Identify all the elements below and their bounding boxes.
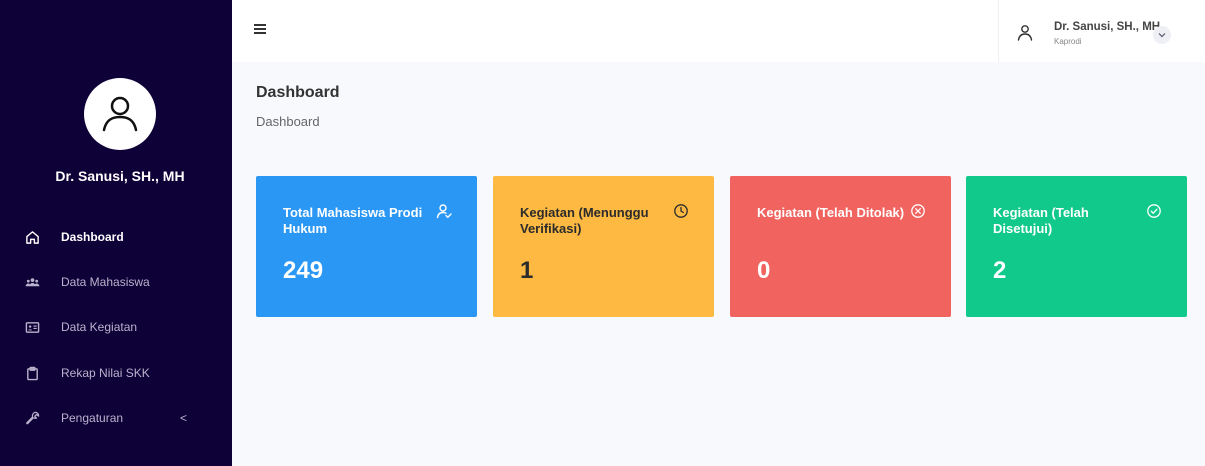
card-title: Kegiatan (Menunggu Verifikasi)	[520, 205, 649, 236]
sidebar-item-label: Data Kegiatan	[61, 320, 138, 334]
avatar	[84, 78, 156, 150]
sidebar-item-data-mahasiswa[interactable]: Data Mahasiswa	[0, 262, 232, 302]
check-circle-icon	[1147, 204, 1161, 218]
top-bar: Dr. Sanusi, SH., MH Kaprodi	[232, 0, 1205, 62]
card-value: 2	[993, 257, 1007, 284]
sidebar: Dr. Sanusi, SH., MH Dashboard Data Mahas…	[0, 0, 232, 466]
user-icon	[1017, 25, 1033, 41]
sidebar-item-rekap-nilai-skk[interactable]: Rekap Nilai SKK	[0, 353, 232, 393]
sidebar-item-label: Rekap Nilai SKK	[61, 366, 150, 380]
wrench-icon	[24, 410, 40, 426]
user-icon	[102, 96, 138, 132]
sidebar-user-name: Dr. Sanusi, SH., MH	[55, 168, 185, 184]
card-value: 1	[520, 257, 534, 284]
stat-card-kegiatan-menunggu[interactable]: Kegiatan (Menunggu Verifikasi) 1	[493, 176, 714, 317]
sidebar-item-label: Dashboard	[61, 230, 124, 244]
stat-card-kegiatan-disetujui[interactable]: Kegiatan (Telah Disetujui) 2	[966, 176, 1187, 317]
header-user-role: Kaprodi	[1054, 37, 1082, 46]
menu-toggle-icon[interactable]	[254, 24, 268, 38]
card-title: Total Mahasiswa Prodi Hukum	[283, 205, 423, 236]
chevron-down-icon[interactable]	[1153, 26, 1171, 44]
id-card-icon	[24, 319, 40, 335]
sidebar-item-pengaturan[interactable]: Pengaturan <	[0, 398, 232, 438]
card-title: Kegiatan (Telah Ditolak)	[757, 205, 905, 220]
stat-card-kegiatan-ditolak[interactable]: Kegiatan (Telah Ditolak) 0	[730, 176, 951, 317]
card-value: 249	[283, 257, 324, 284]
header-user-name: Dr. Sanusi, SH., MH	[1054, 21, 1161, 33]
home-icon	[24, 229, 40, 245]
page-title: Dashboard	[256, 84, 340, 101]
clock-icon	[674, 204, 688, 218]
user-check-icon	[436, 204, 452, 219]
sidebar-item-label: Pengaturan	[61, 411, 124, 425]
card-value: 0	[757, 257, 771, 284]
sidebar-item-label: Data Mahasiswa	[61, 275, 150, 289]
chevron-left-icon: <	[180, 411, 188, 425]
x-circle-icon	[911, 204, 925, 218]
clipboard-icon	[24, 365, 40, 381]
breadcrumb: Dashboard	[256, 114, 320, 129]
sidebar-item-dashboard[interactable]: Dashboard	[0, 217, 232, 257]
sidebar-item-data-kegiatan[interactable]: Data Kegiatan	[0, 307, 232, 347]
users-icon	[24, 274, 40, 290]
user-menu[interactable]: Dr. Sanusi, SH., MH Kaprodi	[998, 0, 1198, 62]
card-title: Kegiatan (Telah Disetujui)	[993, 205, 1089, 236]
stat-card-total-mahasiswa[interactable]: Total Mahasiswa Prodi Hukum 249	[256, 176, 477, 317]
